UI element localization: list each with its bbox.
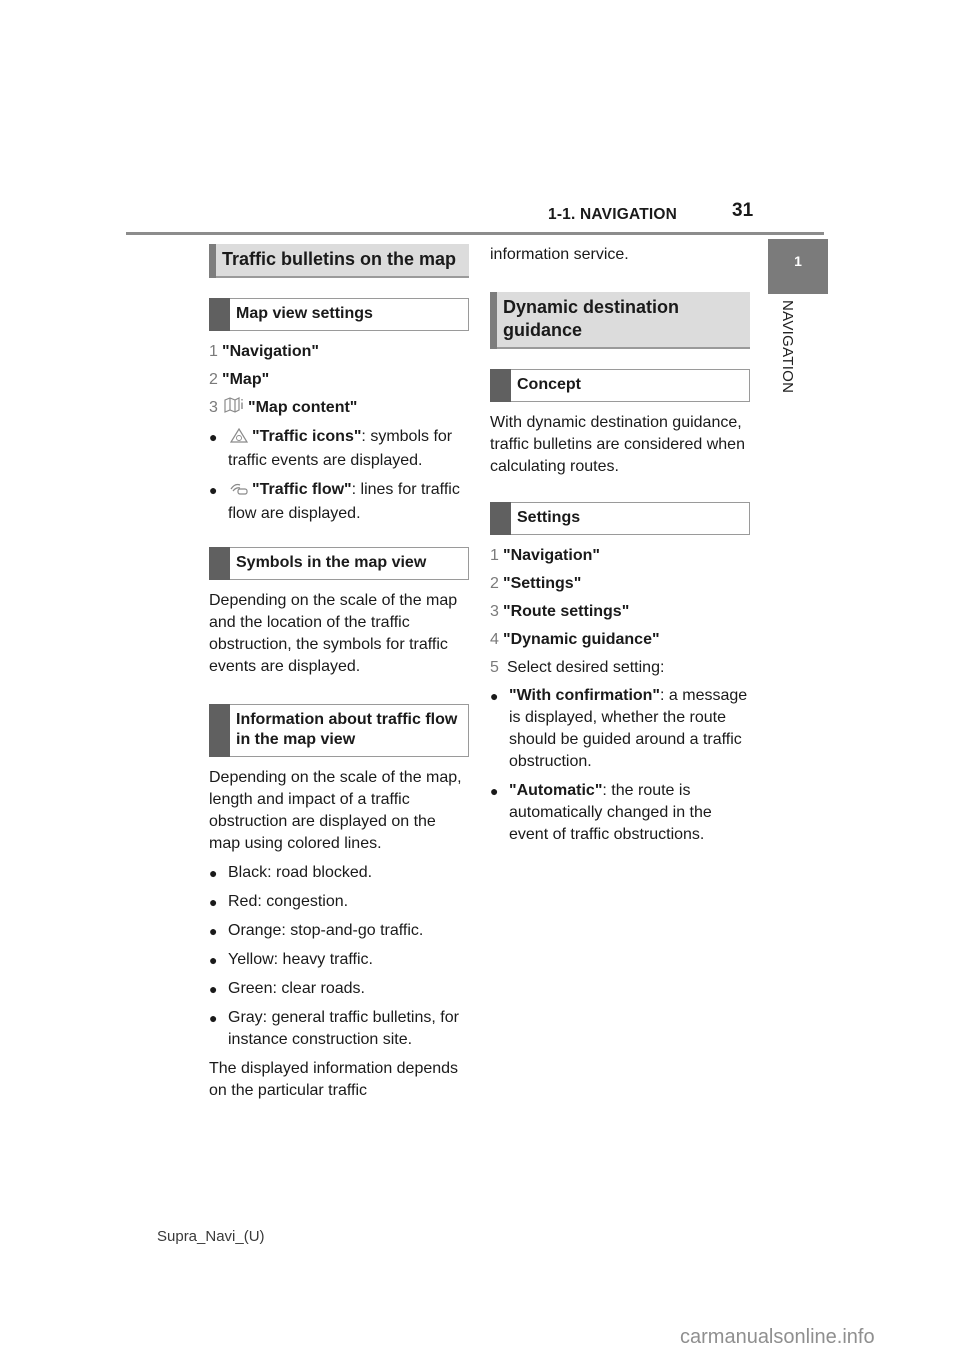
section-title: 1-1. NAVIGATION bbox=[548, 206, 678, 223]
traffic-flow-icon bbox=[230, 481, 248, 503]
chapter-label: NAVIGATION bbox=[779, 300, 796, 394]
step-item: 1 "Navigation" bbox=[490, 545, 750, 567]
bullet-label: "Traffic flow" bbox=[252, 481, 352, 498]
step-text: Select desired setting: bbox=[507, 659, 665, 676]
concept-body: With dynamic destination guidance, traff… bbox=[490, 414, 745, 475]
bullet-icon: ● bbox=[490, 783, 499, 799]
continuation-text: information service. bbox=[490, 246, 629, 263]
list-item: ● "With confirmation": a message is displ… bbox=[490, 685, 750, 773]
bullet-icon: ● bbox=[209, 429, 218, 445]
chapter-number: 1 bbox=[794, 253, 802, 269]
step-item: 3 "Route settings" bbox=[490, 601, 750, 623]
color-list-item: ● Yellow: heavy traffic. bbox=[209, 949, 469, 971]
left-column: Traffic bulletins on the map Map view se… bbox=[209, 244, 469, 1112]
traffic-icons-icon bbox=[229, 427, 249, 450]
flow-info-body: Depending on the scale of the map, lengt… bbox=[209, 769, 462, 852]
step-number: 2 bbox=[209, 371, 218, 388]
color-list-item: ● Black: road blocked. bbox=[209, 862, 469, 884]
section-heading: Traffic bulletins on the map bbox=[209, 244, 469, 278]
bullet-icon: ● bbox=[209, 981, 218, 997]
color-list-item: ● Red: congestion. bbox=[209, 891, 469, 913]
bullet-icon: ● bbox=[209, 894, 218, 910]
step-label: "Map" bbox=[222, 371, 270, 388]
step-label: "Settings" bbox=[503, 575, 582, 592]
color-list-item: ● Gray: general traffic bulletins, for in… bbox=[209, 1007, 469, 1051]
subheading-concept: Concept bbox=[490, 369, 750, 402]
list-item: ● "Traffic icons": symbols for traffic e… bbox=[209, 426, 469, 472]
subheading-symbols: Symbols in the map view bbox=[209, 547, 469, 580]
step-label: "Route settings" bbox=[503, 603, 630, 620]
bullet-icon: ● bbox=[209, 1010, 218, 1026]
page-number: 31 bbox=[732, 200, 754, 221]
map-content-icon bbox=[224, 397, 244, 420]
doc-id: Supra_Navi_(U) bbox=[157, 1228, 265, 1245]
bullet-icon: ● bbox=[490, 688, 499, 704]
step-item: 2 "Settings" bbox=[490, 573, 750, 595]
bullet-label: "Traffic icons" bbox=[252, 428, 362, 445]
bullet-icon: ● bbox=[209, 923, 218, 939]
list-item: ● "Automatic": the route is automatically… bbox=[490, 780, 750, 846]
subheading-flow-info: Information about traffic flow in the ma… bbox=[209, 704, 469, 757]
color-list-item: ● Green: clear roads. bbox=[209, 978, 469, 1000]
watermark: carmanualsonline.info bbox=[680, 1326, 875, 1348]
symbols-body: Depending on the scale of the map and th… bbox=[209, 592, 458, 675]
right-column: information service. Dynamic destination… bbox=[490, 244, 750, 853]
step-item: 4 "Dynamic guidance" bbox=[490, 629, 750, 651]
step-label: "Navigation" bbox=[503, 547, 600, 564]
step-label: "Dynamic guidance" bbox=[503, 631, 660, 648]
chapter-tab: 1 bbox=[768, 239, 828, 294]
header-rule bbox=[126, 232, 824, 235]
bullet-icon: ● bbox=[209, 865, 218, 881]
subheading-map-view-settings: Map view settings bbox=[209, 298, 469, 331]
flow-info-closing: The displayed information depends on the… bbox=[209, 1060, 459, 1099]
step-number: 3 bbox=[209, 399, 218, 416]
bullet-icon: ● bbox=[209, 482, 218, 498]
step-item: 5 Select desired setting: bbox=[490, 657, 750, 679]
subheading-settings: Settings bbox=[490, 502, 750, 535]
step-label: "Map content" bbox=[248, 399, 358, 416]
step-number: 1 bbox=[209, 343, 218, 360]
step-label: "Navigation" bbox=[222, 343, 319, 360]
list-item: ● "Traffic flow": lines for traffic flow… bbox=[209, 479, 469, 525]
step-item: 1 "Navigation" bbox=[209, 341, 469, 363]
step-item: 3 "Map content" bbox=[209, 397, 469, 420]
section-heading: Dynamic destination guidance bbox=[490, 292, 750, 349]
color-list-item: ● Orange: stop-and-go traffic. bbox=[209, 920, 469, 942]
step-item: 2 "Map" bbox=[209, 369, 469, 391]
bullet-icon: ● bbox=[209, 952, 218, 968]
